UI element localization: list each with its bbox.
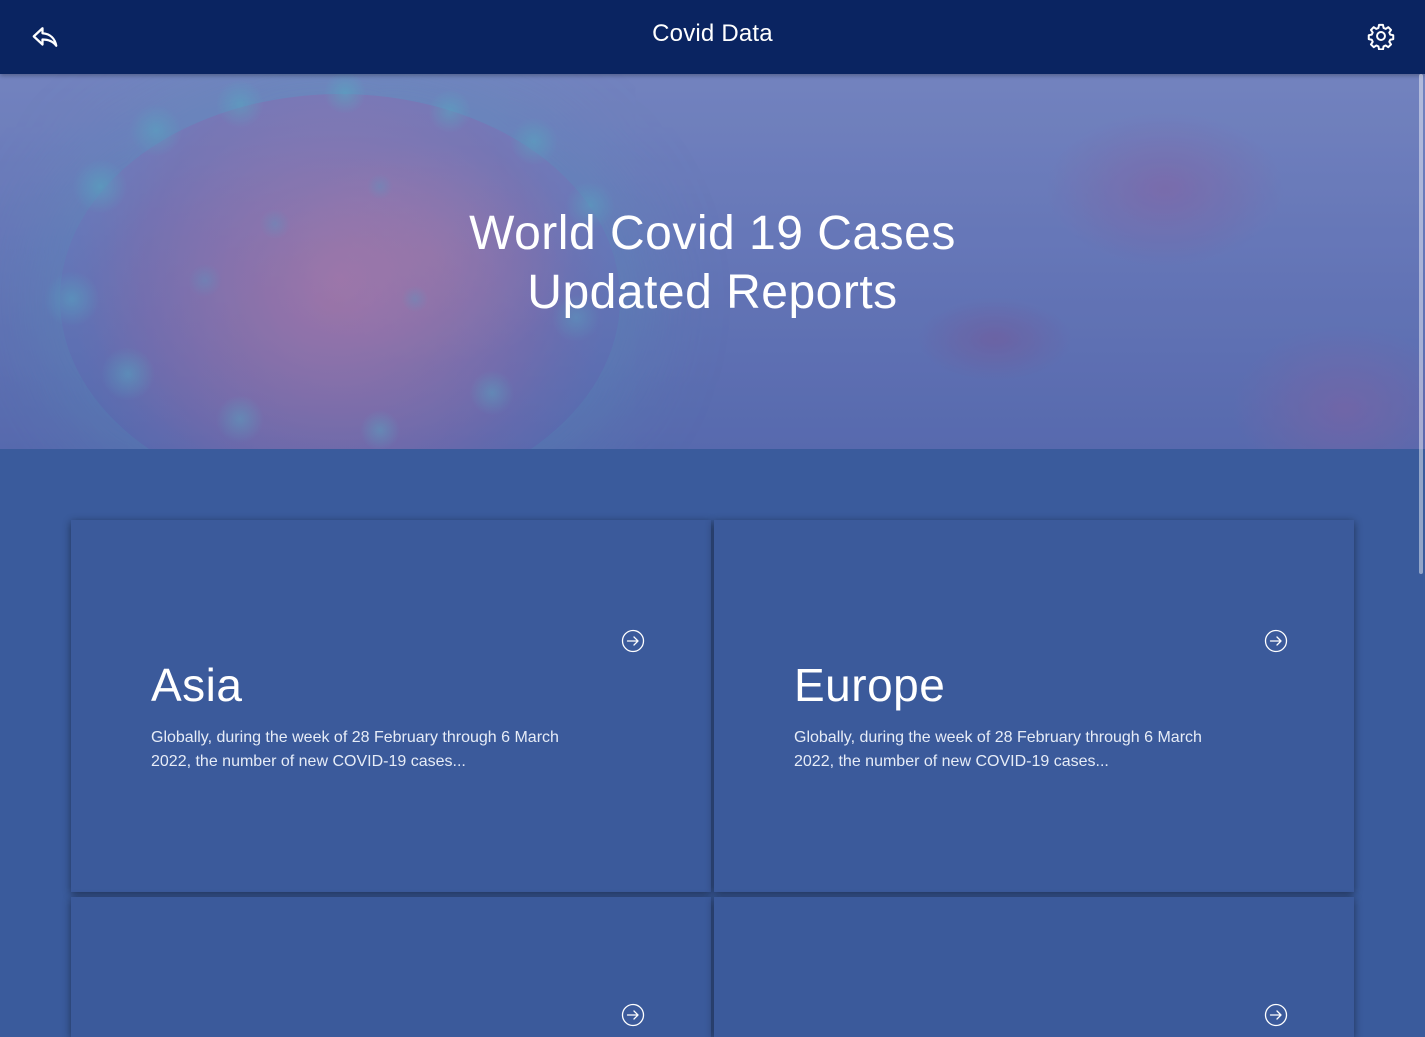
hero-heading: World Covid 19 Cases Updated Reports: [0, 204, 1425, 322]
app-title: Covid Data: [652, 20, 773, 47]
hero-banner: World Covid 19 Cases Updated Reports: [0, 74, 1425, 449]
settings-button[interactable]: [1363, 18, 1399, 54]
hero-heading-line-2: Updated Reports: [527, 266, 898, 319]
region-card-4[interactable]: [714, 897, 1354, 1037]
app-bar: Covid Data: [0, 0, 1425, 74]
arrow-circle-right-icon[interactable]: [1264, 1003, 1288, 1027]
region-card-3[interactable]: [71, 897, 711, 1037]
region-description: Globally, during the week of 28 February…: [151, 729, 559, 770]
scrollbar[interactable]: [1419, 74, 1423, 574]
region-title: Europe: [794, 659, 946, 711]
arrow-circle-right-icon[interactable]: [1264, 629, 1288, 653]
arrow-circle-right-icon[interactable]: [621, 629, 645, 653]
gear-icon: [1367, 23, 1395, 50]
hero-heading-line-1: World Covid 19 Cases: [469, 207, 956, 260]
arrow-circle-right-icon[interactable]: [621, 1003, 645, 1027]
region-title: Asia: [151, 659, 243, 711]
region-card-europe[interactable]: Europe Globally, during the week of 28 F…: [714, 520, 1354, 892]
region-description: Globally, during the week of 28 February…: [794, 729, 1202, 770]
region-card-asia[interactable]: Asia Globally, during the week of 28 Feb…: [71, 520, 711, 892]
